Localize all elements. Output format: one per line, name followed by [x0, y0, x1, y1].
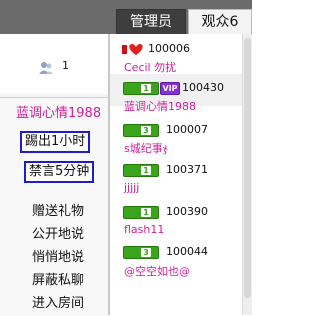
heart-icon	[122, 41, 143, 55]
tab-bar: 管理员 观众6	[0, 0, 252, 34]
selected-user-name: 蓝调心情1988	[16, 106, 102, 121]
audience-list: 100006 Cecil 勿扰 1 VIP 100430 蓝调心情1988 3 …	[110, 34, 242, 315]
online-row: 1	[0, 34, 108, 94]
level-badge-icon: 1	[123, 82, 159, 95]
user-id: 100006	[148, 42, 190, 55]
user-id: 100390	[166, 205, 208, 218]
menu-send-gift[interactable]: 赠送礼物	[32, 200, 84, 219]
menu-enter-room[interactable]: 进入房间	[32, 292, 84, 311]
menu-block-private[interactable]: 屏蔽私聊	[32, 269, 84, 288]
scroll-thumb[interactable]	[244, 38, 251, 298]
user-nick: @空空如也@	[124, 265, 190, 278]
level-badge-icon: 1	[123, 164, 159, 177]
tab-admin[interactable]: 管理员	[116, 9, 186, 34]
user-nick: Cecil 勿扰	[124, 61, 177, 74]
user-id: 100371	[166, 163, 208, 176]
user-id: 100044	[166, 245, 208, 258]
mute-5-minutes-button[interactable]: 禁言5分钟	[24, 161, 95, 183]
user-nick: 蓝调心情1988	[124, 100, 196, 113]
user-id: 100007	[166, 123, 208, 136]
tab-audience[interactable]: 观众6	[188, 9, 252, 34]
user-nick: jjjjj	[124, 181, 140, 194]
level-badge-icon: 3	[123, 124, 159, 137]
left-panel: 1 蓝调心情1988 踢出1小时 禁言5分钟 赠送礼物 公开地说 悄悄地说 屏蔽…	[0, 34, 108, 316]
vip-icon: VIP	[160, 82, 180, 95]
level-badge-icon: 1	[123, 206, 159, 219]
list-scrollbar[interactable]	[242, 34, 252, 315]
menu-whisper[interactable]: 悄悄地说	[32, 246, 84, 265]
user-nick: s城纪事ჯ	[124, 142, 168, 155]
user-icon	[38, 60, 54, 74]
menu-public-chat[interactable]: 公开地说	[32, 223, 84, 242]
kick-1-hour-button[interactable]: 踢出1小时	[20, 131, 91, 153]
user-context-menu: 蓝调心情1988 踢出1小时 禁言5分钟 赠送礼物 公开地说 悄悄地说 屏蔽私聊…	[0, 97, 108, 316]
user-id: 100430	[182, 81, 224, 94]
level-badge-icon: 3	[123, 246, 159, 259]
user-nick: flash11	[124, 223, 165, 236]
online-count: 1	[62, 59, 69, 72]
